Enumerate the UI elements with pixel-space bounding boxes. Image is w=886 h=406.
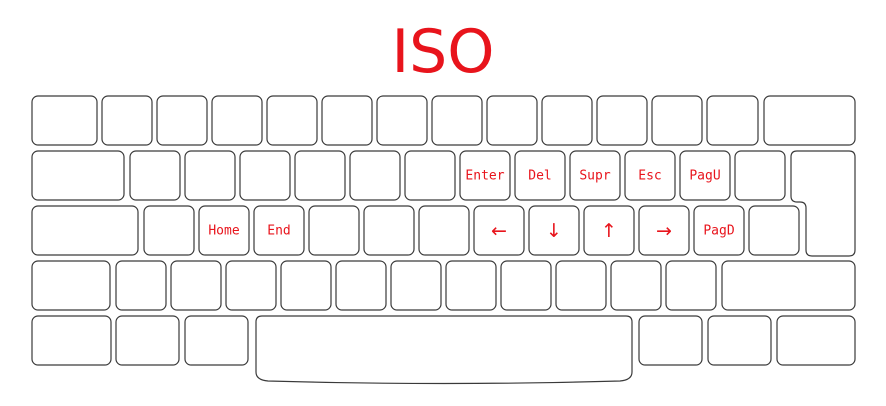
key[interactable] [404,150,456,201]
key[interactable] [31,315,112,366]
key[interactable] [390,260,442,311]
key[interactable] [763,95,856,146]
key[interactable] [101,95,153,146]
right-arrow-icon: → [656,220,672,242]
key[interactable] [541,95,593,146]
key[interactable] [129,150,181,201]
key[interactable] [184,315,249,366]
key[interactable] [225,260,277,311]
keyboard-row-5 [31,315,856,385]
key[interactable] [555,260,607,311]
up-arrow-icon: ↑ [601,220,617,242]
key[interactable] [349,150,401,201]
key[interactable] [31,150,125,201]
iso-keyboard: Enter Del Supr Esc PagU Home End ← ↓ ↑ →… [31,95,856,385]
key-label-enter: Enter [465,169,504,184]
key[interactable] [239,150,291,201]
iso-enter-key[interactable] [790,150,856,257]
key[interactable] [500,260,552,311]
key[interactable] [115,315,180,366]
key[interactable] [184,150,236,201]
key[interactable] [31,260,111,311]
key[interactable] [418,205,470,256]
key[interactable] [665,260,717,311]
key[interactable] [638,315,703,366]
key[interactable] [596,95,648,146]
keyboard-row-3 [31,205,800,256]
key-label-home: Home [208,224,239,239]
key[interactable] [486,95,538,146]
spacebar[interactable] [255,315,633,385]
key-label-supr: Supr [579,169,610,184]
key[interactable] [610,260,662,311]
key[interactable] [335,260,387,311]
key[interactable] [31,205,139,256]
key[interactable] [721,260,856,311]
key[interactable] [706,95,759,146]
key[interactable] [445,260,497,311]
key[interactable] [266,95,318,146]
keyboard-row-1 [31,95,856,146]
keyboard-row-4 [31,260,856,311]
key[interactable] [651,95,703,146]
key-label-pagu: PagU [689,169,720,184]
key[interactable] [170,260,222,311]
key[interactable] [31,95,98,146]
key-label-esc: Esc [638,169,661,184]
key[interactable] [776,315,856,366]
key[interactable] [376,95,428,146]
key-label-end: End [267,224,290,239]
key[interactable] [707,315,772,366]
key[interactable] [321,95,373,146]
key[interactable] [280,260,332,311]
key[interactable] [308,205,360,256]
key[interactable] [734,150,786,201]
key[interactable] [211,95,263,146]
left-arrow-icon: ← [491,220,507,242]
key-label-del: Del [528,169,551,184]
down-arrow-icon: ↓ [546,220,562,242]
key[interactable] [156,95,208,146]
key[interactable] [294,150,346,201]
key[interactable] [748,205,800,256]
key-label-pagd: PagD [703,224,734,239]
key[interactable] [431,95,483,146]
key[interactable] [115,260,167,311]
key[interactable] [143,205,195,256]
key[interactable] [363,205,415,256]
